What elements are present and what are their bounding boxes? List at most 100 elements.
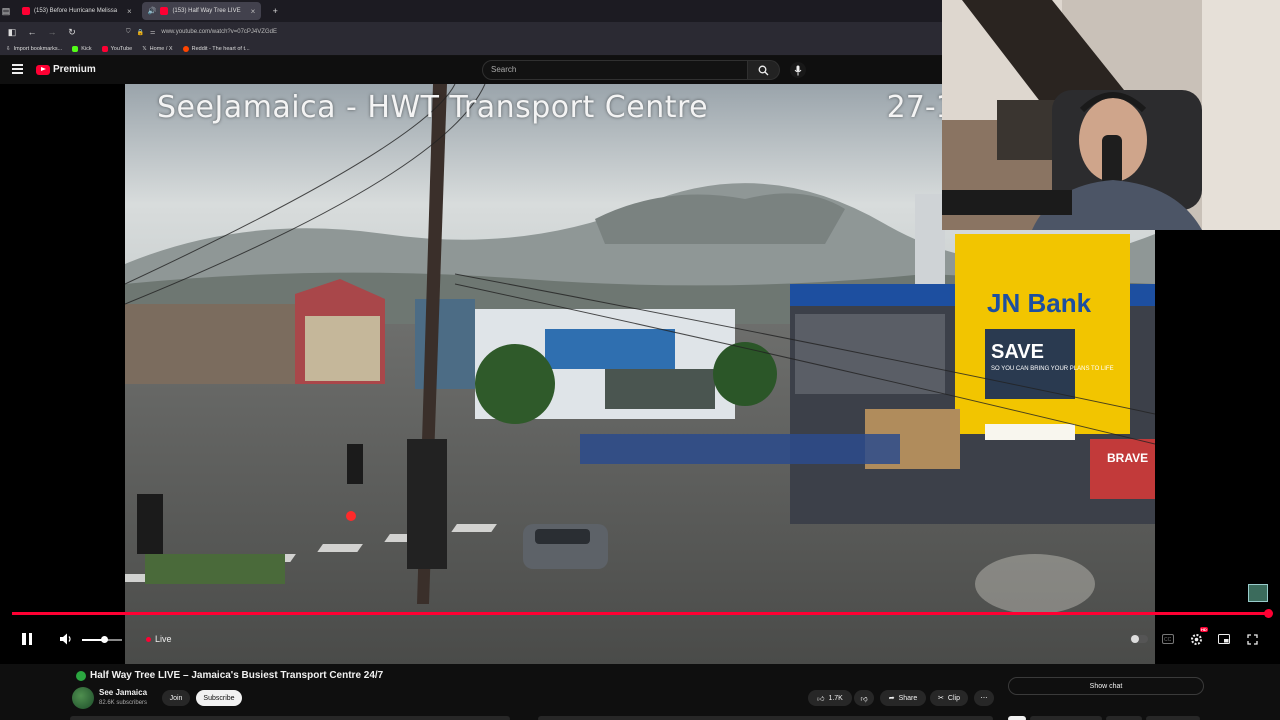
thumbs-down-icon: 👎︎ (860, 695, 868, 703)
live-dot-icon (146, 636, 151, 642)
share-label: Share (898, 694, 918, 702)
youtube-premium-logo[interactable]: Premium (36, 64, 96, 75)
lock-icon[interactable]: 🔒 (137, 29, 144, 36)
progress-bar[interactable] (12, 612, 1268, 615)
kick-icon (72, 45, 79, 52)
browser-tab-bar: ▤ (153) Before Hurricane Melissa × 🔊 (15… (0, 0, 942, 22)
subtitles-icon[interactable]: CC (1159, 630, 1177, 648)
clip-button[interactable]: ✂ Clip (930, 690, 968, 706)
share-button[interactable]: ➦ Share (880, 690, 926, 706)
chip-other[interactable] (1106, 716, 1142, 720)
reddit-icon (182, 45, 189, 52)
speaker-icon[interactable]: 🔊 (148, 7, 157, 15)
live-indicator[interactable]: Live (146, 628, 172, 650)
reload-icon[interactable]: ↻ (66, 27, 78, 38)
youtube-favicon-icon (160, 7, 169, 15)
streamer-webcam-image (942, 0, 1280, 230)
hd-badge: HD (1200, 627, 1208, 632)
search-input[interactable]: Search (482, 60, 748, 80)
autoplay-toggle[interactable] (1130, 635, 1148, 643)
show-chat-button[interactable]: Show chat (1008, 677, 1204, 695)
more-actions-button[interactable]: ⋯ (974, 690, 994, 706)
channel-name[interactable]: See Jamaica (99, 688, 147, 697)
bookmark-kick[interactable]: Kick (72, 45, 92, 52)
subscribe-button[interactable]: Subscribe (196, 690, 242, 706)
miniplayer-icon[interactable] (1215, 630, 1233, 648)
billboard-brave: BRAVE (1107, 451, 1148, 465)
menu-icon[interactable] (12, 64, 23, 74)
chip-all[interactable] (1008, 716, 1026, 720)
bookmark-label: YouTube (110, 45, 133, 52)
share-icon: ➦ (888, 695, 895, 702)
bookmark-label: Home / X (149, 45, 173, 52)
screen: ▤ (153) Before Hurricane Melissa × 🔊 (15… (0, 0, 1280, 720)
bookmark-label: Import bookmarks... (13, 45, 63, 52)
scissors-icon: ✂ (938, 695, 944, 702)
new-tab-icon[interactable]: + (269, 6, 281, 16)
youtube-masthead: Premium Search (0, 56, 942, 84)
forward-icon[interactable]: → (46, 27, 58, 37)
search-button[interactable] (748, 60, 780, 80)
thumbs-up-icon: 👍︎ (817, 695, 825, 703)
search-box: Search (482, 60, 780, 80)
chip-more[interactable] (1146, 716, 1200, 720)
video-title-text: Half Way Tree LIVE – Jamaica's Busiest T… (90, 670, 384, 681)
url-field[interactable]: ⛉ 🔒 ⚌ www.youtube.com/watch?v=07cPJ4VZGd… (126, 29, 277, 36)
like-button[interactable]: 👍︎ 1.7K (808, 690, 852, 706)
description-box-right[interactable] (538, 716, 993, 720)
tab-before-hurricane[interactable]: (153) Before Hurricane Melissa × (16, 2, 138, 20)
streamer-webcam (942, 0, 1280, 230)
microphone-icon (794, 65, 802, 75)
more-icon: ⋯ (980, 695, 988, 702)
bookmark-youtube[interactable]: YouTube (101, 45, 133, 52)
voice-search-button[interactable] (790, 62, 806, 78)
import-icon: ⇩ (6, 45, 11, 52)
subscriber-count: 82.6K subscribers (99, 700, 148, 706)
fullscreen-icon[interactable] (1243, 630, 1261, 648)
channel-watermark-icon[interactable] (1248, 584, 1268, 602)
clip-label: Clip (947, 694, 960, 702)
like-count: 1.7K (828, 694, 843, 702)
tab-list-icon[interactable]: ▤ (0, 6, 12, 17)
bookmark-label: Reddit - The heart of t... (191, 45, 250, 52)
join-button[interactable]: Join (162, 690, 190, 706)
x-icon: 𝕏 (142, 45, 147, 52)
bookmark-reddit[interactable]: Reddit - The heart of t... (182, 45, 250, 52)
permissions-icon[interactable]: ⚌ (150, 29, 155, 36)
billboard-sub: SO YOU CAN BRING YOUR PLANS TO LIFE (991, 366, 1114, 372)
tab-title: (153) Half Way Tree LIVE (172, 8, 241, 14)
tab-half-way-tree[interactable]: 🔊 (153) Half Way Tree LIVE × (141, 2, 262, 20)
settings-gear-icon[interactable] (1187, 630, 1205, 648)
url-text: www.youtube.com/watch?v=07cPJ4VZGdE (161, 29, 277, 35)
bookmark-label: Kick (81, 45, 92, 52)
youtube-logo-icon (36, 64, 50, 75)
pause-button[interactable] (22, 628, 38, 650)
address-bar: ◧ ← → ↻ ⛉ 🔒 ⚌ www.youtube.com/watch?v=07… (0, 22, 942, 42)
channel-avatar[interactable] (72, 687, 94, 709)
billboard-save: SAVE (991, 341, 1044, 363)
tab-title: (153) Before Hurricane Melissa (34, 8, 118, 14)
volume-knob[interactable] (101, 636, 108, 643)
svg-text:CC: CC (1164, 637, 1172, 643)
back-icon[interactable]: ← (26, 27, 38, 37)
live-status-icon (76, 670, 86, 681)
chip-related[interactable] (1030, 716, 1102, 720)
progress-scrubber[interactable] (1264, 609, 1273, 618)
close-tab-icon[interactable]: × (251, 7, 256, 16)
volume-icon[interactable] (60, 628, 73, 650)
youtube-icon (101, 45, 108, 52)
bookmarks-bar: ⇩ Import bookmarks... Kick YouTube 𝕏 Home … (0, 42, 942, 56)
bank-sign: JN Bank (987, 288, 1092, 318)
live-label: Live (155, 634, 172, 644)
description-box[interactable] (70, 716, 510, 720)
camera-overlay-title: SeeJamaica - HWT Transport Centre (157, 90, 709, 125)
dislike-button[interactable]: 👎︎ (854, 690, 874, 706)
close-tab-icon[interactable]: × (127, 7, 132, 16)
search-icon (758, 65, 769, 75)
video-title: Half Way Tree LIVE – Jamaica's Busiest T… (76, 670, 383, 681)
youtube-favicon-icon (22, 7, 30, 15)
shield-icon[interactable]: ⛉ (126, 29, 131, 36)
sidebar-toggle-icon[interactable]: ◧ (6, 27, 18, 38)
bookmark-import[interactable]: ⇩ Import bookmarks... (6, 46, 62, 52)
bookmark-x[interactable]: 𝕏 Home / X (142, 46, 172, 52)
